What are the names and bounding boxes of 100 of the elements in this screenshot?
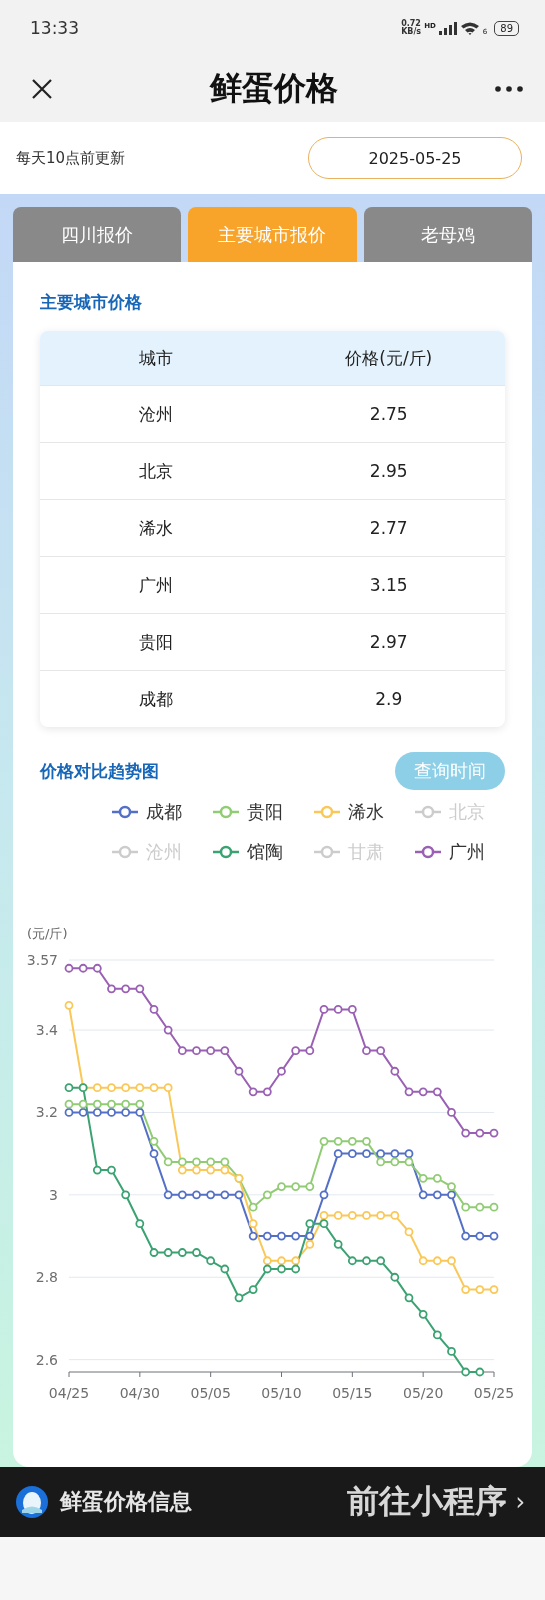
more-icon[interactable] — [495, 86, 523, 92]
data-point — [177, 1190, 187, 1200]
data-point — [305, 1182, 315, 1191]
data-point — [64, 1099, 74, 1109]
data-point — [447, 1256, 456, 1266]
section-title: 价格对比趋势图 — [40, 759, 159, 783]
axis-label: 04/30 — [119, 1385, 160, 1401]
table-cell-text: 成都 — [138, 687, 175, 711]
legend-line-icon — [415, 805, 441, 819]
data-point — [92, 1108, 102, 1117]
data-point — [347, 1136, 357, 1146]
data-point — [149, 1149, 159, 1159]
data-point — [362, 1046, 371, 1056]
data-point — [192, 1190, 201, 1200]
data-point — [121, 984, 131, 994]
data-point — [277, 1256, 286, 1266]
data-point — [333, 1239, 343, 1249]
table-cell-text: 2.77 — [368, 518, 409, 538]
data-point — [192, 1165, 201, 1175]
table-cell-text: 贵阳 — [138, 630, 175, 654]
data-point — [177, 1046, 187, 1056]
data-point — [404, 1227, 414, 1237]
legend-line-icon — [112, 845, 138, 859]
data-point — [163, 1248, 173, 1257]
data-point — [262, 1264, 272, 1274]
data-point — [262, 1087, 272, 1097]
data-point — [92, 963, 102, 973]
data-point — [220, 1046, 230, 1056]
data-point — [206, 1157, 216, 1167]
data-point — [362, 1149, 371, 1159]
tab[interactable]: 老母鸡 — [363, 207, 532, 262]
data-point — [234, 1066, 244, 1076]
table-cell-text: 2.75 — [368, 404, 409, 424]
data-point — [149, 1083, 159, 1093]
data-point — [107, 1083, 116, 1093]
table-cell-text: 2.97 — [368, 632, 409, 652]
data-point — [333, 1149, 343, 1159]
data-point — [277, 1264, 286, 1274]
table-cell-text: 沧州 — [138, 402, 175, 426]
data-point — [489, 1231, 499, 1241]
data-point — [64, 963, 74, 973]
table-cell-text: 广州 — [138, 573, 175, 597]
data-point — [277, 1182, 286, 1191]
data-point — [135, 1108, 145, 1117]
data-point — [447, 1347, 456, 1356]
data-point — [78, 963, 88, 973]
table-cell-text: 2.9 — [374, 689, 404, 709]
data-point — [92, 1083, 102, 1093]
data-point — [291, 1264, 301, 1274]
data-point — [333, 1136, 343, 1146]
mini-program-bar[interactable]: 鲜蛋价格信息 前往小程序 › — [0, 1467, 545, 1537]
data-point — [432, 1256, 442, 1266]
app-name: 鲜蛋价格信息 — [60, 1488, 192, 1516]
data-point — [390, 1066, 400, 1076]
data-point — [319, 1190, 329, 1200]
legend-item[interactable]: 浠水 — [314, 800, 404, 824]
data-point — [248, 1231, 258, 1241]
data-point — [163, 1083, 173, 1093]
data-point — [291, 1256, 301, 1266]
close-icon[interactable] — [31, 78, 53, 100]
network-speed-unit: KB/s — [401, 28, 422, 36]
legend-item[interactable]: 成都 — [112, 800, 202, 824]
legend-item[interactable]: 馆陶 — [213, 840, 303, 864]
data-point — [248, 1087, 258, 1097]
data-point — [234, 1293, 244, 1303]
data-point — [177, 1157, 187, 1167]
egg-logo-icon — [16, 1486, 48, 1518]
data-point — [248, 1219, 258, 1229]
signal-icon — [438, 21, 457, 35]
data-point — [291, 1231, 301, 1241]
data-point — [319, 1219, 329, 1229]
axis-label: 2.8 — [35, 1269, 58, 1286]
data-point — [475, 1367, 485, 1377]
data-point — [305, 1219, 315, 1229]
data-point — [489, 1128, 499, 1138]
data-point — [390, 1149, 400, 1159]
data-point — [404, 1149, 414, 1159]
data-point — [220, 1264, 230, 1274]
data-point — [107, 1108, 116, 1117]
data-point — [390, 1157, 400, 1167]
axis-label: 05/15 — [332, 1385, 373, 1401]
data-point — [177, 1248, 187, 1257]
data-point — [475, 1285, 485, 1294]
data-point — [107, 984, 116, 994]
legend-item[interactable]: 贵阳 — [213, 800, 303, 824]
data-point — [163, 1190, 173, 1200]
data-point — [291, 1182, 301, 1191]
battery-indicator: 89 — [494, 20, 519, 36]
data-point — [461, 1367, 471, 1377]
legend-item[interactable]: 广州 — [415, 840, 505, 864]
data-point — [347, 1256, 357, 1266]
tab[interactable]: 四川报价 — [13, 207, 182, 262]
data-point — [447, 1108, 456, 1117]
data-point — [447, 1190, 456, 1200]
data-point — [121, 1083, 131, 1093]
axis-label: 05/10 — [261, 1385, 302, 1401]
data-point — [418, 1256, 428, 1266]
data-point — [475, 1128, 485, 1138]
open-mini-program-link[interactable]: 前往小程序 — [347, 1480, 508, 1524]
axis-label: 2.6 — [35, 1351, 58, 1368]
